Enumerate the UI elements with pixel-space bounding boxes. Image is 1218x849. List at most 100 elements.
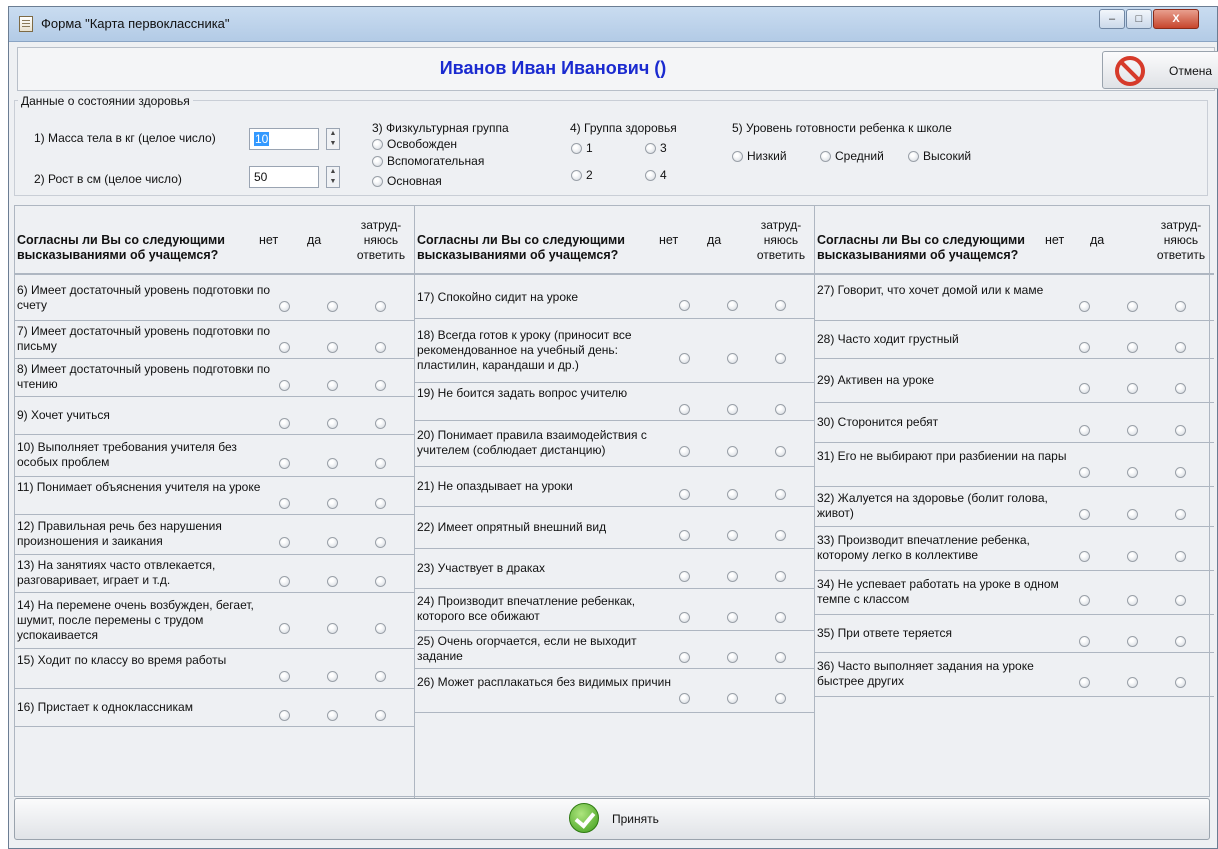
radio-no-icon[interactable]	[1079, 425, 1090, 436]
readiness-low[interactable]: Низкий	[732, 149, 787, 163]
radio-yes-icon[interactable]	[727, 571, 738, 582]
pe-option-auxiliary[interactable]: Вспомогательная	[372, 154, 484, 168]
radio-no-icon[interactable]	[1079, 509, 1090, 520]
radio-no-icon[interactable]	[279, 418, 290, 429]
health-group-1[interactable]: 1	[571, 141, 593, 155]
radio-unsure-icon[interactable]	[775, 530, 786, 541]
radio-no-icon[interactable]	[679, 300, 690, 311]
radio-unsure-icon[interactable]	[375, 623, 386, 634]
radio-unsure-icon[interactable]	[775, 489, 786, 500]
radio-unsure-icon[interactable]	[775, 571, 786, 582]
radio-yes-icon[interactable]	[1127, 677, 1138, 688]
radio-yes-icon[interactable]	[1127, 636, 1138, 647]
radio-unsure-icon[interactable]	[375, 576, 386, 587]
radio-yes-icon[interactable]	[327, 380, 338, 391]
spin-down-icon[interactable]: ▼	[327, 139, 339, 149]
radio-unsure-icon[interactable]	[1175, 551, 1186, 562]
radio-unsure-icon[interactable]	[1175, 301, 1186, 312]
weight-input[interactable]: 10	[249, 128, 319, 150]
radio-unsure-icon[interactable]	[775, 612, 786, 623]
radio-unsure-icon[interactable]	[375, 342, 386, 353]
radio-no-icon[interactable]	[1079, 301, 1090, 312]
height-spinner[interactable]: ▲ ▼	[326, 166, 340, 188]
spin-up-icon[interactable]: ▲	[327, 129, 339, 139]
radio-unsure-icon[interactable]	[375, 301, 386, 312]
radio-yes-icon[interactable]	[1127, 425, 1138, 436]
radio-yes-icon[interactable]	[327, 342, 338, 353]
radio-icon[interactable]	[571, 169, 582, 181]
radio-unsure-icon[interactable]	[775, 446, 786, 457]
radio-no-icon[interactable]	[1079, 677, 1090, 688]
radio-icon[interactable]	[571, 142, 582, 154]
radio-unsure-icon[interactable]	[775, 353, 786, 364]
weight-spinner[interactable]: ▲ ▼	[326, 128, 340, 150]
radio-unsure-icon[interactable]	[375, 537, 386, 548]
radio-no-icon[interactable]	[1079, 636, 1090, 647]
radio-yes-icon[interactable]	[327, 671, 338, 682]
radio-no-icon[interactable]	[1079, 383, 1090, 394]
radio-yes-icon[interactable]	[327, 537, 338, 548]
radio-unsure-icon[interactable]	[1175, 595, 1186, 606]
radio-unsure-icon[interactable]	[775, 693, 786, 704]
radio-no-icon[interactable]	[679, 353, 690, 364]
maximize-button[interactable]: □	[1126, 9, 1152, 29]
radio-yes-icon[interactable]	[727, 353, 738, 364]
radio-no-icon[interactable]	[679, 446, 690, 457]
radio-unsure-icon[interactable]	[1175, 509, 1186, 520]
radio-yes-icon[interactable]	[1127, 551, 1138, 562]
radio-no-icon[interactable]	[1079, 595, 1090, 606]
radio-no-icon[interactable]	[279, 537, 290, 548]
radio-unsure-icon[interactable]	[375, 458, 386, 469]
radio-no-icon[interactable]	[679, 652, 690, 663]
radio-unsure-icon[interactable]	[1175, 677, 1186, 688]
radio-yes-icon[interactable]	[327, 623, 338, 634]
radio-yes-icon[interactable]	[327, 576, 338, 587]
radio-yes-icon[interactable]	[327, 301, 338, 312]
radio-yes-icon[interactable]	[1127, 595, 1138, 606]
radio-unsure-icon[interactable]	[1175, 383, 1186, 394]
readiness-medium[interactable]: Средний	[820, 149, 884, 163]
radio-no-icon[interactable]	[679, 612, 690, 623]
radio-no-icon[interactable]	[679, 693, 690, 704]
radio-no-icon[interactable]	[679, 489, 690, 500]
radio-unsure-icon[interactable]	[375, 380, 386, 391]
radio-no-icon[interactable]	[279, 380, 290, 391]
radio-yes-icon[interactable]	[327, 418, 338, 429]
radio-unsure-icon[interactable]	[375, 710, 386, 721]
radio-icon[interactable]	[372, 138, 383, 150]
radio-icon[interactable]	[372, 175, 383, 187]
radio-unsure-icon[interactable]	[375, 498, 386, 509]
radio-yes-icon[interactable]	[1127, 383, 1138, 394]
radio-yes-icon[interactable]	[727, 300, 738, 311]
radio-yes-icon[interactable]	[1127, 509, 1138, 520]
radio-unsure-icon[interactable]	[1175, 425, 1186, 436]
radio-yes-icon[interactable]	[327, 458, 338, 469]
radio-icon[interactable]	[908, 150, 919, 162]
radio-yes-icon[interactable]	[327, 710, 338, 721]
radio-unsure-icon[interactable]	[1175, 636, 1186, 647]
radio-no-icon[interactable]	[279, 458, 290, 469]
radio-unsure-icon[interactable]	[775, 404, 786, 415]
cancel-button[interactable]: Отмена	[1102, 51, 1218, 89]
readiness-high[interactable]: Высокий	[908, 149, 971, 163]
height-input[interactable]: 50	[249, 166, 319, 188]
radio-no-icon[interactable]	[1079, 467, 1090, 478]
accept-button[interactable]: Принять	[14, 798, 1210, 840]
radio-icon[interactable]	[372, 155, 383, 167]
radio-yes-icon[interactable]	[727, 446, 738, 457]
health-group-3[interactable]: 3	[645, 141, 667, 155]
pe-option-main[interactable]: Основная	[372, 174, 442, 188]
radio-yes-icon[interactable]	[727, 693, 738, 704]
radio-yes-icon[interactable]	[1127, 342, 1138, 353]
radio-no-icon[interactable]	[679, 404, 690, 415]
radio-unsure-icon[interactable]	[1175, 467, 1186, 478]
radio-yes-icon[interactable]	[327, 498, 338, 509]
radio-unsure-icon[interactable]	[375, 671, 386, 682]
radio-yes-icon[interactable]	[727, 489, 738, 500]
radio-icon[interactable]	[645, 169, 656, 181]
health-group-4[interactable]: 4	[645, 168, 667, 182]
radio-no-icon[interactable]	[279, 710, 290, 721]
radio-icon[interactable]	[820, 150, 831, 162]
radio-unsure-icon[interactable]	[775, 300, 786, 311]
radio-yes-icon[interactable]	[727, 530, 738, 541]
